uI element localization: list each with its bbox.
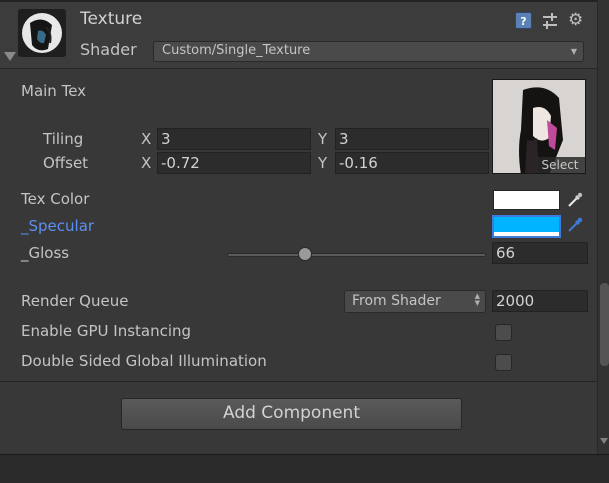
scrollbar-thumb[interactable] <box>600 283 609 366</box>
section-divider <box>0 381 597 382</box>
double-sided-gi-checkbox[interactable] <box>495 354 512 371</box>
foldout-arrow-icon[interactable] <box>4 52 16 61</box>
main-tex-slot[interactable]: Select <box>492 79 586 174</box>
material-preview-thumbnail[interactable] <box>18 9 66 57</box>
render-queue-mode: From Shader <box>352 293 441 309</box>
gloss-value-field[interactable]: 66 <box>492 242 588 264</box>
shader-dropdown-value: Custom/Single_Texture <box>162 43 311 58</box>
bottom-status-bar <box>0 454 609 483</box>
render-queue-dropdown[interactable]: From Shader ▲ ▼ <box>344 290 486 313</box>
eyedropper-icon[interactable] <box>566 216 584 234</box>
tiling-y-axis-label: Y <box>318 130 328 148</box>
main-tex-label: Main Tex <box>21 82 87 100</box>
offset-y-field[interactable]: -0.16 <box>335 152 489 174</box>
specular-color-swatch[interactable] <box>492 215 561 238</box>
offset-x-axis-label: X <box>141 154 152 172</box>
offset-y-axis-label: Y <box>318 154 328 172</box>
material-sphere-icon <box>22 13 62 53</box>
double-sided-gi-label: Double Sided Global Illumination <box>21 352 267 370</box>
shader-label: Shader <box>80 40 137 59</box>
gpu-instancing-label: Enable GPU Instancing <box>21 322 192 340</box>
specular-label: _Specular <box>21 217 95 235</box>
dropdown-arrow-icon: ▼ <box>570 47 577 56</box>
eyedropper-icon[interactable] <box>566 191 584 209</box>
vertical-scrollbar[interactable] <box>597 0 609 454</box>
help-icon[interactable]: ? <box>515 12 532 29</box>
gloss-slider-track[interactable] <box>227 253 486 257</box>
tiling-label: Tiling <box>43 130 84 148</box>
tex-color-swatch[interactable] <box>493 190 560 210</box>
shader-dropdown[interactable]: Custom/Single_Texture ▼ <box>153 41 584 62</box>
gloss-slider-thumb[interactable] <box>297 247 312 261</box>
render-queue-label: Render Queue <box>21 292 129 310</box>
tex-color-label: Tex Color <box>21 190 90 208</box>
offset-label: Offset <box>43 154 89 172</box>
offset-x-field[interactable]: -0.72 <box>157 152 311 174</box>
gear-icon[interactable]: ⚙ <box>568 10 588 30</box>
add-component-button[interactable]: Add Component <box>121 398 462 430</box>
gpu-instancing-checkbox[interactable] <box>495 324 512 341</box>
material-title: Texture <box>80 9 143 29</box>
texture-select-button[interactable]: Select <box>535 157 585 173</box>
gloss-label: _Gloss <box>21 244 70 262</box>
up-down-arrows-icon: ▲ ▼ <box>474 292 480 307</box>
render-queue-value-field[interactable]: 2000 <box>492 290 588 312</box>
tiling-x-field[interactable]: 3 <box>157 128 311 150</box>
tiling-y-field[interactable]: 3 <box>335 128 489 150</box>
preset-icon[interactable] <box>541 12 559 30</box>
tiling-x-axis-label: X <box>141 130 152 148</box>
scroll-down-arrow-icon[interactable] <box>600 438 608 444</box>
